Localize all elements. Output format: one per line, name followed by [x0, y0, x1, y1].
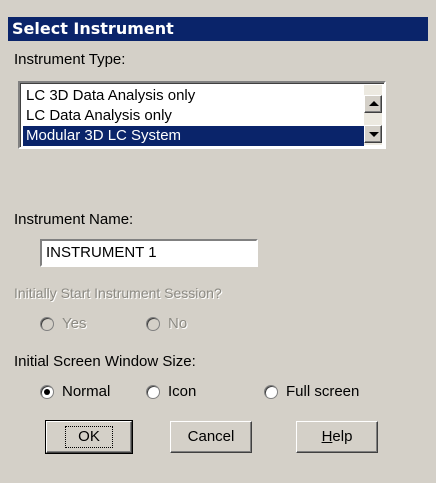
- instrument-name-input[interactable]: INSTRUMENT 1: [40, 239, 258, 267]
- cancel-button[interactable]: Cancel: [170, 421, 252, 453]
- start-session-label: Initially Start Instrument Session?: [14, 285, 222, 301]
- radio-label: Icon: [168, 383, 197, 400]
- help-mnemonic: H: [321, 428, 333, 445]
- radio-circle-icon: [146, 384, 160, 399]
- radio-checked-icon: [40, 384, 54, 399]
- start-session-no-radio: No: [146, 315, 187, 332]
- window-size-label: Initial Screen Window Size:: [14, 353, 196, 370]
- arrow-down-icon: [369, 132, 379, 137]
- instrument-type-label: Instrument Type:: [14, 51, 126, 68]
- radio-circle-icon: [146, 316, 160, 331]
- instrument-type-item-selected[interactable]: Modular 3D LC System: [23, 126, 364, 146]
- radio-label: Full screen: [286, 383, 360, 400]
- window-size-normal-radio[interactable]: Normal: [40, 383, 110, 400]
- radio-label: No: [168, 315, 188, 332]
- scroll-up-button[interactable]: [364, 95, 382, 113]
- instrument-type-listbox[interactable]: LC 3D Data Analysis only LC Data Analysi…: [18, 81, 386, 149]
- instrument-name-label: Instrument Name:: [14, 211, 134, 228]
- ok-button-label: OK: [65, 426, 113, 448]
- radio-circle-icon: [40, 316, 54, 331]
- start-session-yes-radio: Yes: [40, 315, 86, 332]
- ok-button[interactable]: OK: [45, 420, 133, 454]
- radio-label: Normal: [62, 383, 111, 400]
- dialog-title-bar[interactable]: Select Instrument: [8, 17, 428, 41]
- radio-circle-icon: [264, 384, 278, 399]
- arrow-up-icon: [369, 101, 379, 106]
- instrument-type-item[interactable]: LC 3D Data Analysis only: [23, 86, 364, 106]
- help-button[interactable]: Help: [296, 421, 378, 453]
- scroll-down-button[interactable]: [364, 125, 382, 143]
- window-size-fullscreen-radio[interactable]: Full screen: [264, 383, 359, 400]
- window-size-icon-radio[interactable]: Icon: [146, 383, 196, 400]
- dialog-title: Select Instrument: [12, 19, 174, 38]
- select-instrument-dialog: Instrument Type: LC 3D Data Analysis onl…: [8, 41, 428, 481]
- radio-label: Yes: [62, 315, 87, 332]
- instrument-type-item[interactable]: LC Data Analysis only: [23, 106, 364, 126]
- help-label-rest: elp: [332, 428, 353, 445]
- listbox-scrollbar[interactable]: [364, 85, 382, 145]
